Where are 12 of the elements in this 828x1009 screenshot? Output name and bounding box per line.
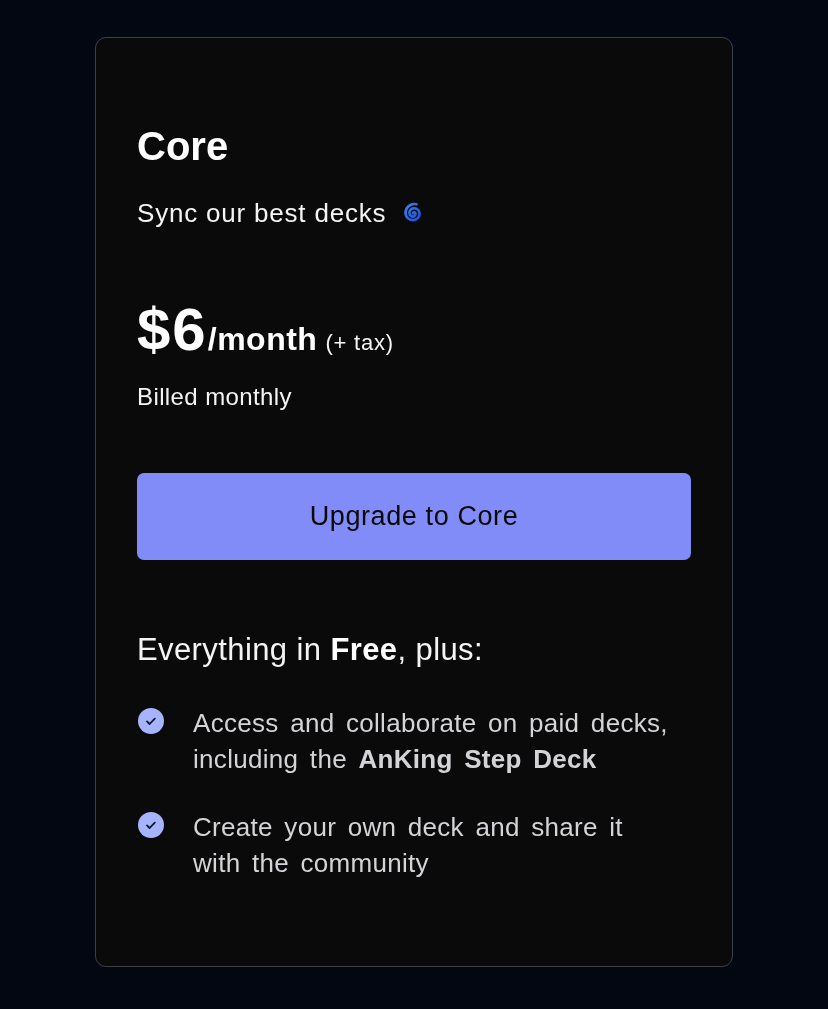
check-circle-icon: [138, 812, 164, 838]
features-heading: Everything in Free, plus:: [137, 631, 484, 669]
upgrade-button[interactable]: Upgrade to Core: [137, 473, 691, 560]
feature-text: Create your own deck and share it with the community: [193, 811, 624, 880]
check-circle-icon: [138, 708, 164, 734]
plan-tagline: Sync our best decks: [137, 197, 387, 229]
price-amount: $6: [137, 298, 208, 362]
tax-note: (+ tax): [325, 329, 394, 357]
plan-name: Core: [137, 123, 229, 170]
billing-note: Billed monthly: [137, 382, 292, 412]
price-period: /month: [207, 321, 318, 358]
feature-text: Access and collaborate on paid decks, including the AnKing Step Deck: [193, 707, 669, 776]
